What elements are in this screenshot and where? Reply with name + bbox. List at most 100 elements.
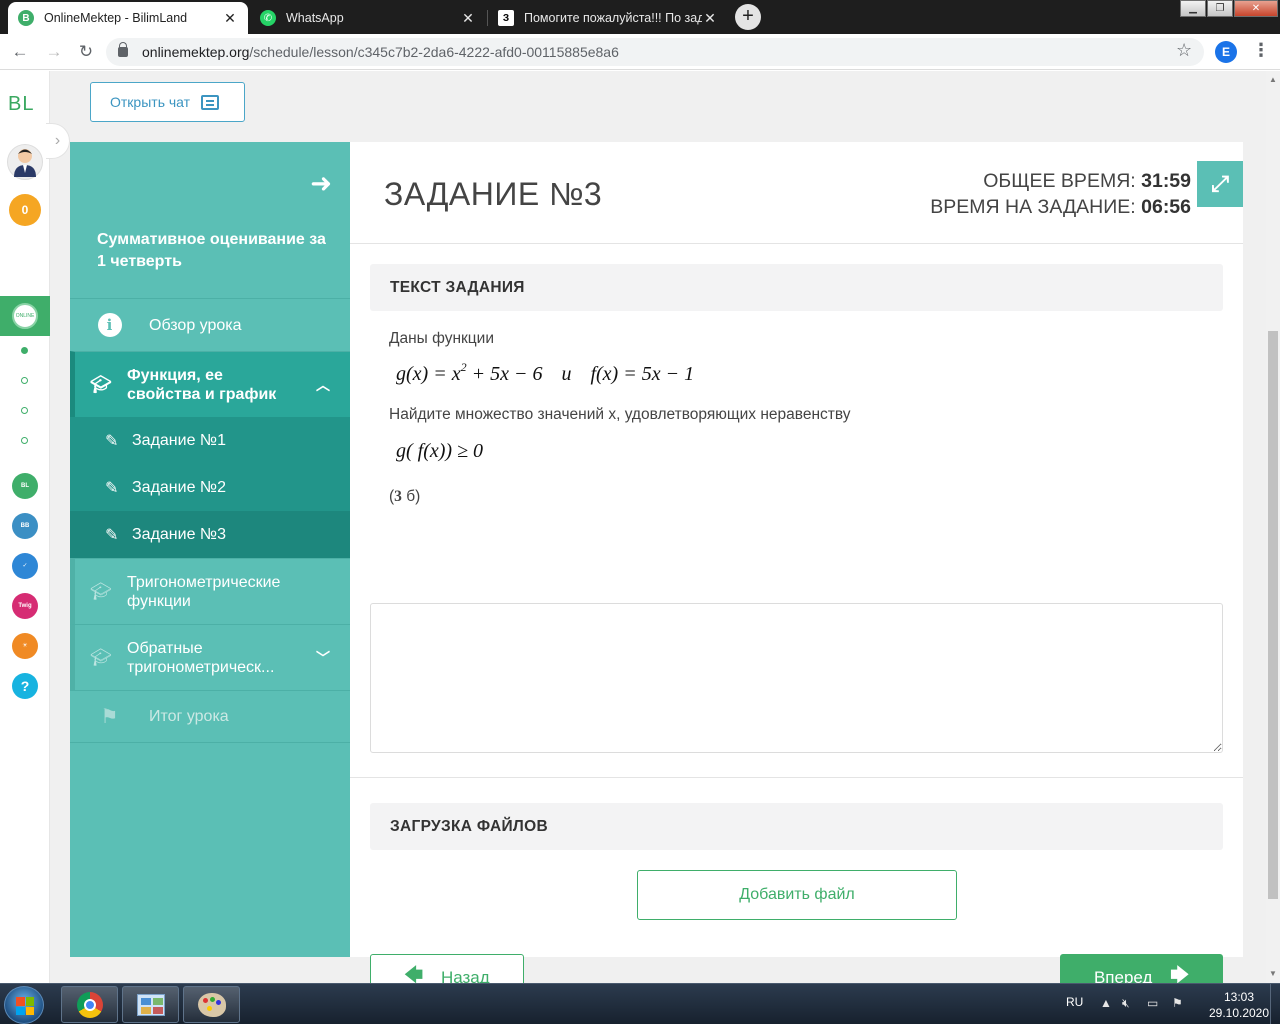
answer-textarea[interactable] [370,603,1223,753]
back-arrow-icon[interactable]: ➜ [310,168,332,199]
taskbar-control-panel[interactable] [122,986,179,1023]
person-icon [14,149,36,177]
tab-title: OnlineMektep - BilimLand [44,11,188,25]
action-center-icon[interactable]: ⚑ [1172,996,1183,1010]
address-bar[interactable]: onlinemektep.org/schedule/lesson/c345c7b… [106,38,1204,66]
window-controls: ▁ ❐ ✕ [1179,0,1278,17]
browser-tab-strip: B OnlineMektep - BilimLand ✕ ✆ WhatsApp … [0,0,1280,34]
app-rail: BL 0 ONLINE BL BB ✓ Twig ☀ ? [0,71,50,983]
control-panel-icon [136,993,165,1016]
sidebar-item-label: Тригонометрические функции [127,573,281,610]
clock[interactable]: 13:03 29.10.2020 [1207,989,1271,1021]
lesson-sidebar: ➜ Суммативное оценивание за 1 четверть i… [70,142,350,957]
chevron-up-icon[interactable]: ︿ [316,375,330,395]
task-time-value: 06:56 [1141,196,1191,218]
network-icon[interactable]: ▭ [1147,996,1158,1010]
bookmark-star-icon[interactable]: ☆ [1176,40,1192,61]
tab-whatsapp[interactable]: ✆ WhatsApp ✕ [250,2,486,34]
arrow-left-icon: 🡄 [404,965,423,983]
sidebar-item-topic-trig[interactable]: 🎓︎ Тригонометрические функции [70,558,350,624]
tab-title: Помогите пожалуйста!!! По зад [524,11,702,25]
twig-app-icon[interactable]: Twig [12,593,38,619]
help-icon[interactable]: ? [12,673,38,699]
next-button[interactable]: Вперед 🡆 [1060,954,1223,983]
rail-expand-chevron-icon[interactable]: › [46,123,70,159]
sidebar-item-summary[interactable]: ⚑ Итог урока [70,690,350,743]
sidebar-item-label: Задание №1 [132,431,226,449]
back-button[interactable]: 🡄 Назад [370,954,524,983]
sidebar-item-label: Задание №2 [132,478,226,496]
open-chat-button[interactable]: Открыть чат [90,82,245,122]
start-button[interactable] [4,986,44,1024]
profile-avatar[interactable]: E [1215,41,1237,63]
language-indicator[interactable]: RU [1066,995,1083,1009]
tab-onlinemektep[interactable]: B OnlineMektep - BilimLand ✕ [8,2,248,34]
test-app-icon[interactable]: ✓ [12,553,38,579]
minimize-button[interactable]: ▁ [1180,0,1206,17]
sidebar-item-task-2[interactable]: ✎ Задание №2 [70,464,350,511]
formula-g: g(x) = x [396,363,461,385]
flag-icon: ⚑ [100,706,119,728]
sidebar-item-label: Обратные тригонометрическ... [127,639,275,676]
edit-icon: ✎ [105,432,119,450]
windows-taskbar: RU ▲ 🔇︎ ▭ ⚑ 13:03 29.10.2020 [0,983,1280,1024]
close-icon[interactable]: ✕ [460,10,476,27]
sidebar-item-label: Задание №3 [132,525,226,543]
page-scrollbar[interactable]: ▲ ▼ [1266,71,1280,983]
user-avatar[interactable] [7,144,43,180]
scroll-down-icon[interactable]: ▼ [1269,969,1277,978]
taskbar-paint[interactable] [183,986,240,1023]
rail-dot[interactable] [21,437,28,444]
sidebar-item-task-3[interactable]: ✎ Задание №3 [70,511,350,558]
scroll-up-icon[interactable]: ▲ [1269,75,1277,84]
fullscreen-expand-icon[interactable]: ⤢ [1197,161,1243,207]
new-tab-button[interactable]: + [735,4,761,30]
rail-dot[interactable] [21,347,28,354]
back-arrow-icon[interactable]: ← [8,40,32,64]
clock-date: 29.10.2020 [1208,1006,1270,1020]
sidebar-item-label: Функция, ее свойства и график [127,366,277,403]
lock-icon [118,42,128,57]
scrollbar-thumb[interactable] [1268,331,1278,899]
formula-conjunction: и [561,363,572,385]
window-close-button[interactable]: ✕ [1234,0,1278,17]
chevron-down-icon[interactable]: ﹀ [316,648,330,668]
maximize-button[interactable]: ❐ [1207,0,1233,17]
points-unit: б) [401,488,421,505]
divider [350,777,1243,778]
task-points: (3 б) [389,488,420,506]
bilimland-icon: B [18,10,34,26]
total-time-row: ОБЩЕЕ ВРЕМЯ: 31:59 [930,168,1191,194]
bilimland-logo[interactable]: BL [8,93,34,116]
task-question: Найдите множество значений х, удовлетвор… [389,406,851,423]
sidebar-item-task-1[interactable]: ✎ Задание №1 [70,417,350,464]
browser-toolbar: ← → ↻ onlinemektep.org/schedule/lesson/c… [0,34,1280,70]
sidebar-item-topic-function[interactable]: 🎓︎ Функция, ее свойства и график ︿ [70,351,350,417]
coins-badge[interactable]: 0 [9,194,41,226]
formula-g-rest: + 5x − 6 [466,363,543,385]
tray-chevron-icon[interactable]: ▲ [1100,996,1112,1010]
tab-znanija[interactable]: З Помогите пожалуйста!!! По зад ✕ [488,2,728,34]
add-file-button[interactable]: Добавить файл [637,870,957,920]
whatsapp-icon: ✆ [260,10,276,26]
formula-inequality: g( f(x)) ≥ 0 [396,440,484,462]
reload-icon[interactable]: ↻ [74,40,98,64]
imagine-app-icon[interactable]: ☀ [12,633,38,659]
taskbar-chrome[interactable] [61,986,118,1023]
menu-kebab-icon[interactable]: ⋮ [1252,40,1270,61]
back-button-label: Назад [440,968,490,983]
bilimland-app-icon[interactable]: BL [12,473,38,499]
rail-dot[interactable] [21,377,28,384]
task-text-header: ТЕКСТ ЗАДАНИЯ [370,264,1223,311]
show-desktop-button[interactable] [1270,984,1280,1024]
rail-dot[interactable] [21,407,28,414]
close-icon[interactable]: ✕ [702,10,718,27]
forward-arrow-icon[interactable]: → [42,40,66,64]
onlinemektep-app[interactable]: ONLINE [0,296,50,336]
bilimbook-app-icon[interactable]: BB [12,513,38,539]
next-button-label: Вперед [1093,968,1153,983]
sidebar-item-overview[interactable]: i Обзор урока [70,298,350,351]
close-icon[interactable]: ✕ [222,10,238,27]
volume-muted-icon[interactable]: 🔇︎ [1122,996,1130,1011]
sidebar-item-topic-inverse-trig[interactable]: 🎓︎ Обратные тригонометрическ... ﹀ [70,624,350,690]
